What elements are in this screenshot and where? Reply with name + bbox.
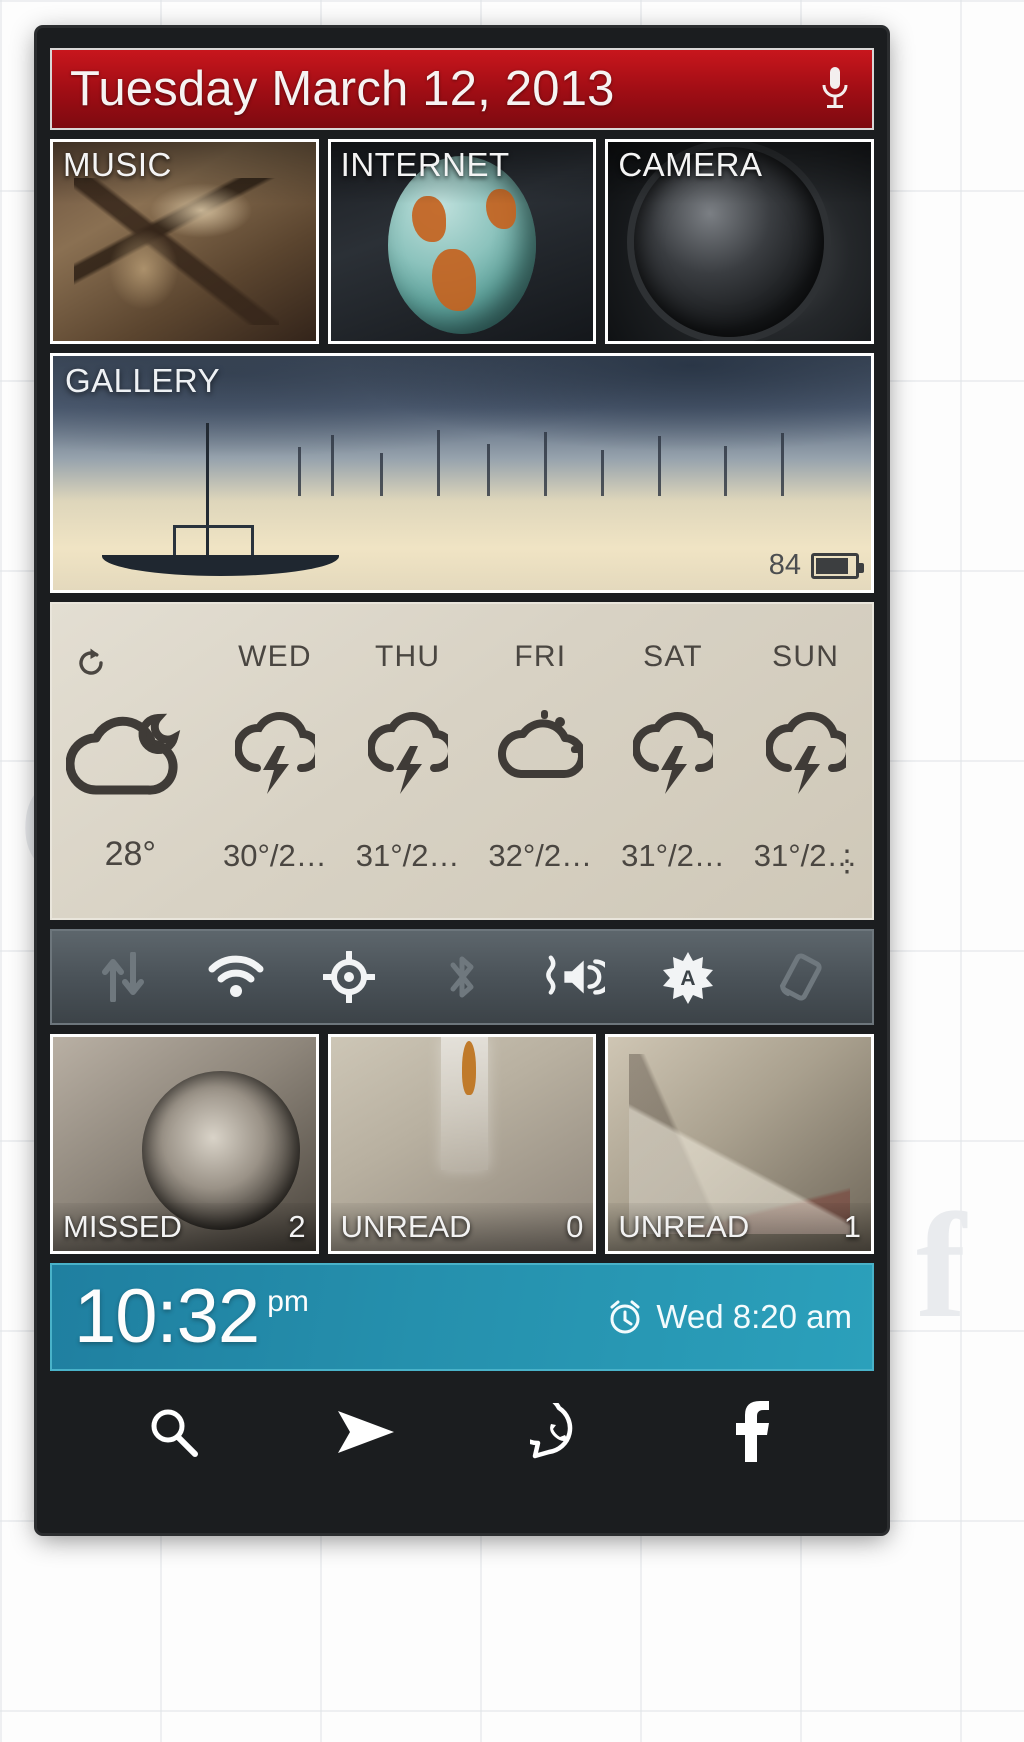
notification-unread-messages[interactable]: UNREAD 0: [327, 1034, 597, 1254]
alarm-group[interactable]: Wed 8:20 am: [607, 1298, 852, 1336]
weather-day-wed[interactable]: WED 30°/2…: [209, 604, 342, 918]
app-tile-label: INTERNET: [340, 146, 510, 183]
thunderstorm-icon: [765, 706, 846, 798]
app-tile-row: MUSIC INTERNET CAMERA: [50, 139, 875, 344]
screen-rotation-icon[interactable]: [771, 947, 831, 1007]
phone-home-screen: Tuesday March 12, 2013 MUSIC INTERNET CA…: [37, 28, 887, 1533]
weather-widget[interactable]: 28° WED 30°/2… THU 31°/2… FRI 32°/2… SAT…: [50, 602, 874, 920]
weather-temp: 31°/2…: [355, 838, 460, 873]
weather-today[interactable]: 28°: [52, 604, 209, 918]
location-icon[interactable]: [319, 947, 379, 1007]
app-tile-internet[interactable]: INTERNET: [327, 139, 597, 344]
weather-temp: 30°/2…: [223, 838, 327, 873]
app-tile-label: MUSIC: [63, 146, 172, 183]
send-icon[interactable]: [332, 1398, 400, 1466]
svg-text:A: A: [681, 967, 696, 990]
search-icon[interactable]: [139, 1398, 207, 1466]
battery-indicator: 84: [768, 549, 864, 582]
bluetooth-icon[interactable]: [432, 947, 492, 1007]
wifi-icon[interactable]: [206, 947, 266, 1007]
gallery-boat: [102, 423, 340, 586]
clock-time-group: 10:32 pm: [74, 1279, 309, 1355]
notification-bar: UNREAD 0: [330, 1203, 594, 1251]
weather-temp: 31°/2…: [621, 838, 725, 873]
gallery-widget[interactable]: GALLERY 84: [50, 353, 874, 593]
partly-cloudy-icon: [497, 706, 584, 798]
gallery-label: GALLERY: [65, 362, 221, 399]
brightness-auto-icon[interactable]: A: [658, 947, 718, 1007]
notification-unread-mail[interactable]: UNREAD 1: [605, 1034, 875, 1254]
date-text: Tuesday March 12, 2013: [70, 62, 615, 116]
notification-label: MISSED: [63, 1209, 182, 1244]
facebook-icon[interactable]: [718, 1398, 786, 1466]
microphone-icon[interactable]: [820, 65, 850, 113]
dock-bar: [50, 1371, 874, 1493]
quick-toggle-bar: A: [50, 929, 874, 1025]
thunderstorm-icon: [632, 706, 713, 798]
weather-forecast-grid: 28° WED 30°/2… THU 31°/2… FRI 32°/2… SAT…: [52, 604, 872, 918]
weather-day-label: WED: [238, 640, 312, 673]
app-tile-camera[interactable]: CAMERA: [605, 139, 875, 344]
battery-icon: [811, 552, 864, 579]
notification-missed-calls[interactable]: MISSED 2: [50, 1034, 319, 1254]
notification-count: 0: [566, 1209, 584, 1244]
notification-row: MISSED 2 UNREAD 0 UNREAD 1: [50, 1034, 875, 1254]
overflow-menu-icon[interactable]: ⋮: [832, 846, 862, 875]
weather-day-label: FRI: [514, 640, 567, 673]
notification-count: 1: [843, 1209, 862, 1244]
clock-ampm: pm: [267, 1285, 309, 1318]
cloudy-night-icon: [66, 706, 194, 798]
whatsapp-icon[interactable]: [525, 1398, 593, 1466]
notification-bar: MISSED 2: [53, 1203, 316, 1251]
notification-count: 2: [288, 1209, 306, 1244]
weather-day-fri[interactable]: FRI 32°/2…: [474, 604, 607, 918]
app-tile-label: CAMERA: [618, 146, 763, 183]
weather-day-label: SUN: [772, 640, 840, 673]
weather-day-label: THU: [374, 640, 441, 673]
notification-label: UNREAD: [340, 1209, 472, 1244]
date-header[interactable]: Tuesday March 12, 2013: [50, 48, 874, 130]
weather-day-label: SAT: [643, 640, 703, 673]
thunderstorm-icon: [234, 706, 315, 798]
battery-level: 84: [768, 549, 801, 581]
clock-widget[interactable]: 10:32 pm Wed 8:20 am: [50, 1263, 874, 1371]
weather-day-sat[interactable]: SAT 31°/2…: [607, 604, 740, 918]
weather-temp: 32°/2…: [488, 838, 593, 873]
data-transfer-icon[interactable]: [93, 947, 153, 1007]
gallery-trees: [53, 426, 871, 497]
alarm-time: Wed 8:20 am: [656, 1298, 852, 1335]
thunderstorm-icon: [367, 706, 448, 798]
notification-bar: UNREAD 1: [608, 1203, 872, 1251]
weather-temp: 28°: [104, 835, 156, 873]
app-tile-music[interactable]: MUSIC: [50, 139, 319, 344]
weather-day-thu[interactable]: THU 31°/2…: [341, 604, 474, 918]
notification-label: UNREAD: [618, 1209, 750, 1244]
volume-icon[interactable]: [545, 947, 606, 1007]
clock-time: 10:32: [74, 1274, 260, 1359]
alarm-clock-icon: [607, 1299, 643, 1335]
